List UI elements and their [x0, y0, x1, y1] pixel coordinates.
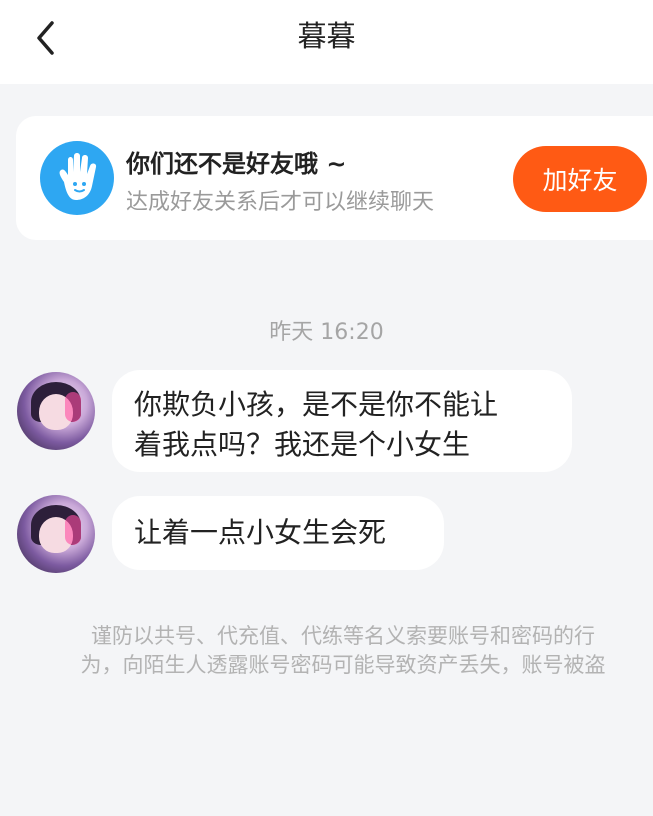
message-bubble[interactable]: 你欺负小孩，是不是你不能让 着我点吗？我还是个小女生	[112, 370, 572, 472]
message-bubble[interactable]: 让着一点小女生会死	[112, 496, 444, 570]
message-text-line: 让着一点小女生会死	[134, 516, 387, 549]
avatar[interactable]	[17, 495, 95, 573]
top-bar: 暮暮	[0, 0, 653, 84]
friend-card-subtitle: 达成好友关系后才可以继续聊天	[126, 190, 435, 215]
message-timestamp: 昨天 16:20	[269, 320, 384, 345]
notice-line: 为，向陌生人透露账号密码可能导致资产丢失，账号被盗	[80, 653, 606, 677]
add-friend-button[interactable]: 加好友	[513, 146, 647, 212]
notice-line: 谨防以共号、代充值、代练等名义索要账号和密码的行	[91, 624, 595, 648]
avatar[interactable]	[17, 372, 95, 450]
add-friend-card: 你们还不是好友哦 ~ 达成好友关系后才可以继续聊天 加好友	[16, 116, 653, 240]
message-text-line: 你欺负小孩，是不是你不能让	[134, 388, 499, 421]
message-text-line: 着我点吗？我还是个小女生	[134, 428, 471, 461]
friend-card-title: 你们还不是好友哦 ~	[126, 150, 347, 178]
page-title: 暮暮	[297, 19, 356, 53]
security-notice: 谨防以共号、代充值、代练等名义索要账号和密码的行 为，向陌生人透露账号密码可能导…	[40, 622, 646, 680]
hand-wave-icon	[40, 141, 114, 215]
